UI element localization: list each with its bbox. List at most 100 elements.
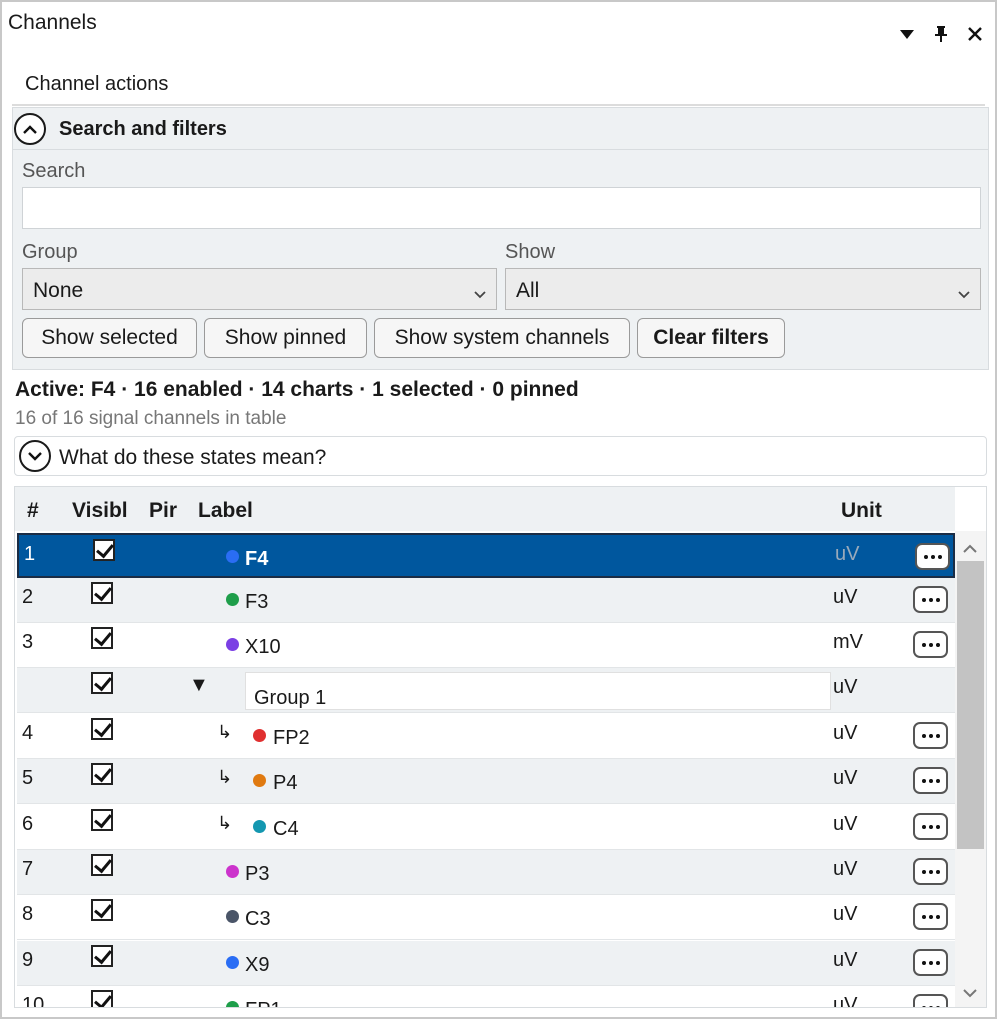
visible-checkbox[interactable] bbox=[91, 854, 113, 876]
dropdown-arrow-icon[interactable] bbox=[897, 22, 917, 46]
color-dot bbox=[226, 910, 239, 923]
channel-label: P3 bbox=[245, 863, 270, 885]
visible-checkbox[interactable] bbox=[93, 539, 115, 561]
channel-unit: mV bbox=[833, 631, 863, 653]
expand-triangle-icon[interactable]: ▼ bbox=[189, 674, 209, 697]
channels-panel: Channels Channel actions Search and filt… bbox=[0, 0, 997, 1019]
channels-table: # Visibl Pir Label Unit 1 F4 uV 2 F3 uV … bbox=[14, 486, 987, 1008]
more-options-button[interactable] bbox=[913, 949, 948, 976]
col-pinned[interactable]: Pir bbox=[149, 499, 177, 523]
table-row[interactable]: 1 F4 uV bbox=[17, 533, 955, 578]
col-unit[interactable]: Unit bbox=[841, 499, 882, 523]
active-summary: Active: F4 · 16 enabled · 14 charts · 1 … bbox=[15, 378, 579, 401]
close-icon[interactable] bbox=[965, 22, 985, 46]
channel-unit: uV bbox=[833, 586, 858, 608]
visible-checkbox[interactable] bbox=[91, 945, 113, 967]
table-row[interactable]: 9 X9 uV bbox=[17, 941, 955, 986]
table-row[interactable]: 4 ↳ FP2 uV bbox=[17, 714, 955, 759]
more-options-button[interactable] bbox=[913, 631, 948, 658]
child-indent-icon: ↳ bbox=[217, 813, 233, 833]
table-row[interactable]: 6 ↳ C4 uV bbox=[17, 805, 955, 850]
channel-count: 16 of 16 signal channels in table bbox=[15, 408, 287, 429]
visible-checkbox[interactable] bbox=[91, 990, 113, 1007]
group-select-value: None bbox=[33, 279, 84, 302]
channel-label: P4 bbox=[273, 772, 298, 794]
show-select[interactable]: All bbox=[505, 268, 981, 310]
clear-filters-button[interactable]: Clear filters bbox=[637, 318, 785, 358]
search-input[interactable] bbox=[22, 187, 981, 229]
table-row[interactable]: 8 C3 uV bbox=[17, 895, 955, 940]
channel-unit: uV bbox=[835, 543, 860, 565]
visible-checkbox[interactable] bbox=[91, 672, 113, 694]
show-system-channels-button[interactable]: Show system channels bbox=[374, 318, 630, 358]
table-row[interactable]: 5 ↳ P4 uV bbox=[17, 759, 955, 804]
group-row[interactable]: ▼ Group 1 uV bbox=[17, 668, 955, 713]
visible-checkbox[interactable] bbox=[91, 899, 113, 921]
color-dot bbox=[226, 593, 239, 606]
channel-label: C4 bbox=[273, 818, 299, 840]
channel-label: FP1 bbox=[245, 999, 282, 1007]
table-row[interactable]: 2 F3 uV bbox=[17, 578, 955, 623]
more-options-button[interactable] bbox=[913, 903, 948, 930]
search-filters-header[interactable]: Search and filters bbox=[13, 108, 988, 150]
channel-unit: uV bbox=[833, 722, 858, 744]
vertical-scrollbar[interactable] bbox=[955, 531, 986, 1007]
row-number: 5 bbox=[22, 767, 34, 789]
channel-unit: uV bbox=[833, 949, 858, 971]
group-select[interactable]: None bbox=[22, 268, 497, 310]
channel-unit: uV bbox=[833, 813, 858, 835]
visible-checkbox[interactable] bbox=[91, 809, 113, 831]
more-options-button[interactable] bbox=[913, 994, 948, 1007]
states-help-expander[interactable]: What do these states mean? bbox=[14, 436, 987, 476]
show-selected-button[interactable]: Show selected bbox=[22, 318, 197, 358]
row-number: 3 bbox=[22, 631, 34, 653]
more-options-button[interactable] bbox=[915, 543, 950, 570]
channel-unit: uV bbox=[833, 903, 858, 925]
more-options-button[interactable] bbox=[913, 722, 948, 749]
visible-checkbox[interactable] bbox=[91, 763, 113, 785]
channel-unit: uV bbox=[833, 767, 858, 789]
more-options-button[interactable] bbox=[913, 858, 948, 885]
table-row[interactable]: 7 P3 uV bbox=[17, 850, 955, 895]
scroll-up-icon[interactable] bbox=[962, 541, 978, 557]
row-number: 4 bbox=[22, 722, 34, 744]
visible-checkbox[interactable] bbox=[91, 718, 113, 740]
visible-checkbox[interactable] bbox=[91, 582, 113, 604]
pin-icon[interactable] bbox=[931, 22, 951, 46]
channel-label: C3 bbox=[245, 908, 271, 930]
color-dot bbox=[253, 729, 266, 742]
panel-title: Search and filters bbox=[59, 118, 227, 140]
expand-icon[interactable] bbox=[19, 440, 51, 472]
more-options-button[interactable] bbox=[913, 586, 948, 613]
chevron-down-icon bbox=[474, 281, 486, 305]
col-visible[interactable]: Visibl bbox=[72, 499, 128, 523]
chevron-down-icon bbox=[958, 281, 970, 305]
channel-unit: uV bbox=[833, 994, 858, 1008]
table-row[interactable]: 10 FP1 uV bbox=[17, 986, 955, 1008]
scroll-down-icon[interactable] bbox=[962, 985, 978, 1001]
channel-unit: uV bbox=[833, 858, 858, 880]
row-number: 8 bbox=[22, 903, 34, 925]
channel-label: X9 bbox=[245, 954, 270, 976]
channel-actions-menu[interactable]: Channel actions bbox=[25, 73, 168, 96]
channel-label: F4 bbox=[245, 548, 269, 570]
show-pinned-button[interactable]: Show pinned bbox=[204, 318, 367, 358]
row-number: 7 bbox=[22, 858, 34, 880]
child-indent-icon: ↳ bbox=[217, 722, 233, 742]
more-options-button[interactable] bbox=[913, 767, 948, 794]
table-row[interactable]: 3 X10 mV bbox=[17, 623, 955, 668]
collapse-icon[interactable] bbox=[14, 113, 46, 145]
row-number: 9 bbox=[22, 949, 34, 971]
col-label[interactable]: Label bbox=[198, 499, 253, 523]
color-dot bbox=[253, 774, 266, 787]
window-title: Channels bbox=[8, 11, 97, 34]
scrollbar-thumb[interactable] bbox=[957, 561, 984, 849]
search-filters-panel: Search and filters Search Group None Sho… bbox=[12, 107, 989, 370]
show-select-value: All bbox=[516, 279, 540, 302]
col-number[interactable]: # bbox=[27, 499, 39, 523]
group-label-cell: Group 1 bbox=[245, 672, 831, 710]
color-dot bbox=[226, 550, 239, 563]
channel-label: F3 bbox=[245, 591, 269, 613]
more-options-button[interactable] bbox=[913, 813, 948, 840]
visible-checkbox[interactable] bbox=[91, 627, 113, 649]
